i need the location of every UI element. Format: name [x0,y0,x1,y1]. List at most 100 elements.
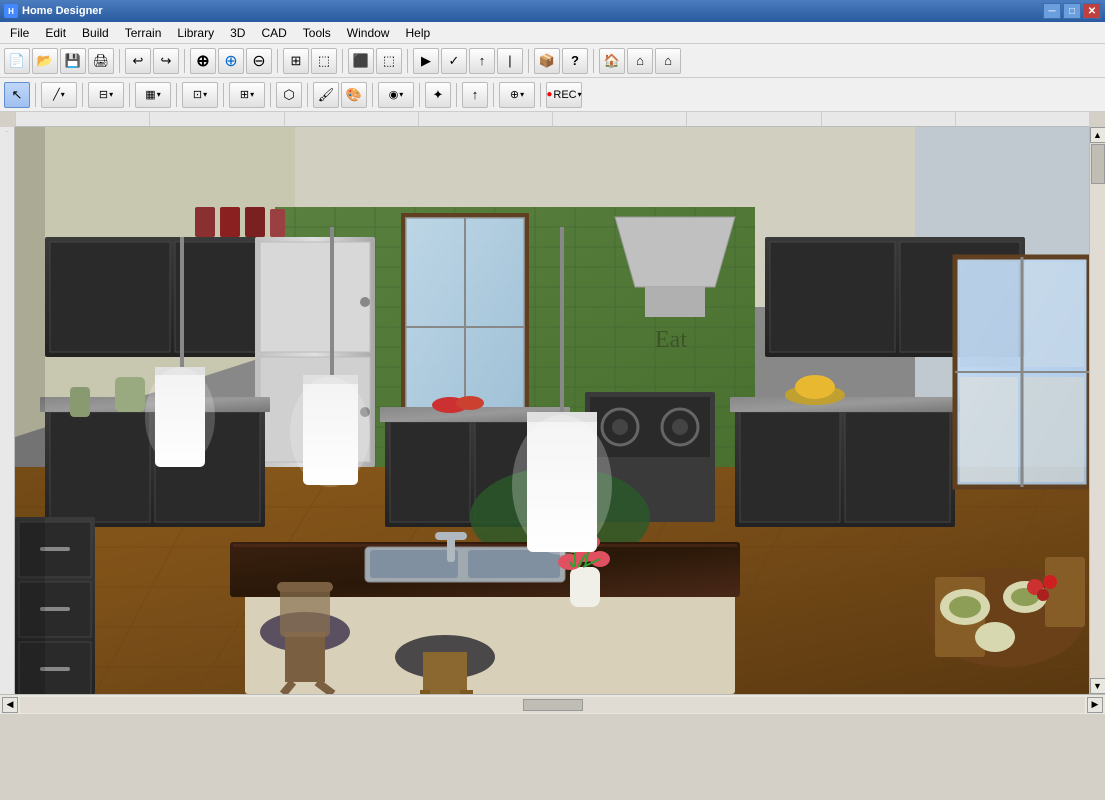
app-title: Home Designer [22,5,103,17]
ruler-mark [821,112,955,126]
sep4 [342,49,343,73]
ruler-left [0,127,15,694]
fit-button[interactable]: ⊞ [283,48,309,74]
room-button[interactable]: ⊞▾ [229,82,265,108]
shape-button[interactable]: ⬚ [376,48,402,74]
print-button[interactable]: 🖨 [88,48,114,74]
kitchen-scene: Eat [15,127,1089,694]
scroll-thumb-right[interactable] [1091,144,1105,184]
h-scroll-track[interactable] [20,697,1085,713]
wall-tool-button[interactable]: ⊟▾ [88,82,124,108]
menu-cad[interactable]: CAD [253,24,294,42]
ruler-mark [552,112,686,126]
arrow-button[interactable]: ▶ [413,48,439,74]
move-button[interactable]: ⊕▾ [499,82,535,108]
h-scroll-thumb[interactable] [523,699,583,711]
ruler-mark [284,112,418,126]
material-button[interactable]: ◉▾ [378,82,414,108]
ruler-mark [686,112,820,126]
ruler-mark [15,112,149,126]
draw-line-button[interactable]: ╱▾ [41,82,77,108]
paint-bucket-button[interactable]: 🖌 [313,82,339,108]
select-tool-button[interactable]: ↖ [4,82,30,108]
sep9 [419,83,420,107]
main-area: Eat ▲ ▼ [0,127,1105,694]
draw-button[interactable]: ⬛ [348,48,374,74]
sep10 [456,83,457,107]
menu-edit[interactable]: Edit [37,24,74,42]
zoom-in2-button[interactable]: ⊕ [218,48,244,74]
check-button[interactable]: ✓ [441,48,467,74]
terrain-button[interactable]: ⬡ [276,82,302,108]
toolbar2: ↖ ╱▾ ⊟▾ ▦▾ ⊡▾ ⊞▾ ⬡ 🖌 🎨 ◉▾ ✦ ↑ ⊕▾ ●REC▾ [0,78,1105,112]
menu-build[interactable]: Build [74,24,117,42]
scroll-down-button[interactable]: ▼ [1090,678,1105,694]
redo-button[interactable]: ↪ [153,48,179,74]
undo-button[interactable]: ↩ [125,48,151,74]
sep7 [593,49,594,73]
new-button[interactable]: 📄 [4,48,30,74]
menu-bar: File Edit Build Terrain Library 3D CAD T… [0,22,1105,44]
vertical-button[interactable]: | [497,48,523,74]
symbol-button[interactable]: ✦ [425,82,451,108]
sep8 [372,83,373,107]
title-bar-left: H Home Designer [4,4,103,18]
arrow-up-button[interactable]: ↑ [462,82,488,108]
line-up-button[interactable]: ↑ [469,48,495,74]
svg-text:Eat: Eat [655,327,687,353]
maximize-button[interactable]: □ [1063,3,1081,19]
place-button[interactable]: 📦 [534,48,560,74]
sep2 [82,83,83,107]
sep7 [307,83,308,107]
sep5 [407,49,408,73]
select-all-button[interactable]: ⬚ [311,48,337,74]
record-button[interactable]: ●REC▾ [546,82,582,108]
sep11 [493,83,494,107]
scrollbar-right: ▲ ▼ [1089,127,1105,694]
ruler-mark-v [6,127,8,132]
sep1 [35,83,36,107]
sep3 [277,49,278,73]
sep5 [223,83,224,107]
color-picker-button[interactable]: 🎨 [341,82,367,108]
minimize-button[interactable]: ─ [1043,3,1061,19]
ruler-mark [149,112,283,126]
ruler-top [15,112,1089,127]
sep6 [270,83,271,107]
menu-help[interactable]: Help [397,24,438,42]
zoom-in-button[interactable]: ⊕ [190,48,216,74]
house-3d-button[interactable]: ⌂ [627,48,653,74]
menu-terrain[interactable]: Terrain [117,24,170,42]
close-button[interactable]: ✕ [1083,3,1101,19]
menu-window[interactable]: Window [339,24,398,42]
sep3 [129,83,130,107]
title-bar: H Home Designer ─ □ ✕ [0,0,1105,22]
scroll-left-button[interactable]: ◀ [2,697,18,713]
sep2 [184,49,185,73]
furniture-button[interactable]: ⊡▾ [182,82,218,108]
toolbar1: 📄 📂 💾 🖨 ↩ ↪ ⊕ ⊕ ⊖ ⊞ ⬚ ⬛ ⬚ ▶ ✓ ↑ | 📦 ? 🏠 … [0,44,1105,78]
sep1 [119,49,120,73]
scroll-track-right[interactable] [1090,143,1105,678]
sep6 [528,49,529,73]
canvas-area[interactable]: Eat [15,127,1089,694]
house-view-button[interactable]: 🏠 [599,48,625,74]
sep4 [176,83,177,107]
save-button[interactable]: 💾 [60,48,86,74]
cabinet-button[interactable]: ▦▾ [135,82,171,108]
menu-file[interactable]: File [2,24,37,42]
status-bar: ◀ ▶ [0,694,1105,714]
help-button[interactable]: ? [562,48,588,74]
sep12 [540,83,541,107]
ruler-mark [955,112,1089,126]
scroll-right-button[interactable]: ▶ [1087,697,1103,713]
open-button[interactable]: 📂 [32,48,58,74]
title-bar-controls[interactable]: ─ □ ✕ [1043,3,1101,19]
scroll-up-button[interactable]: ▲ [1090,127,1105,143]
menu-library[interactable]: Library [169,24,222,42]
house-cam-button[interactable]: ⌂ [655,48,681,74]
ruler-mark [418,112,552,126]
menu-tools[interactable]: Tools [295,24,339,42]
zoom-out-button[interactable]: ⊖ [246,48,272,74]
menu-3d[interactable]: 3D [222,24,253,42]
